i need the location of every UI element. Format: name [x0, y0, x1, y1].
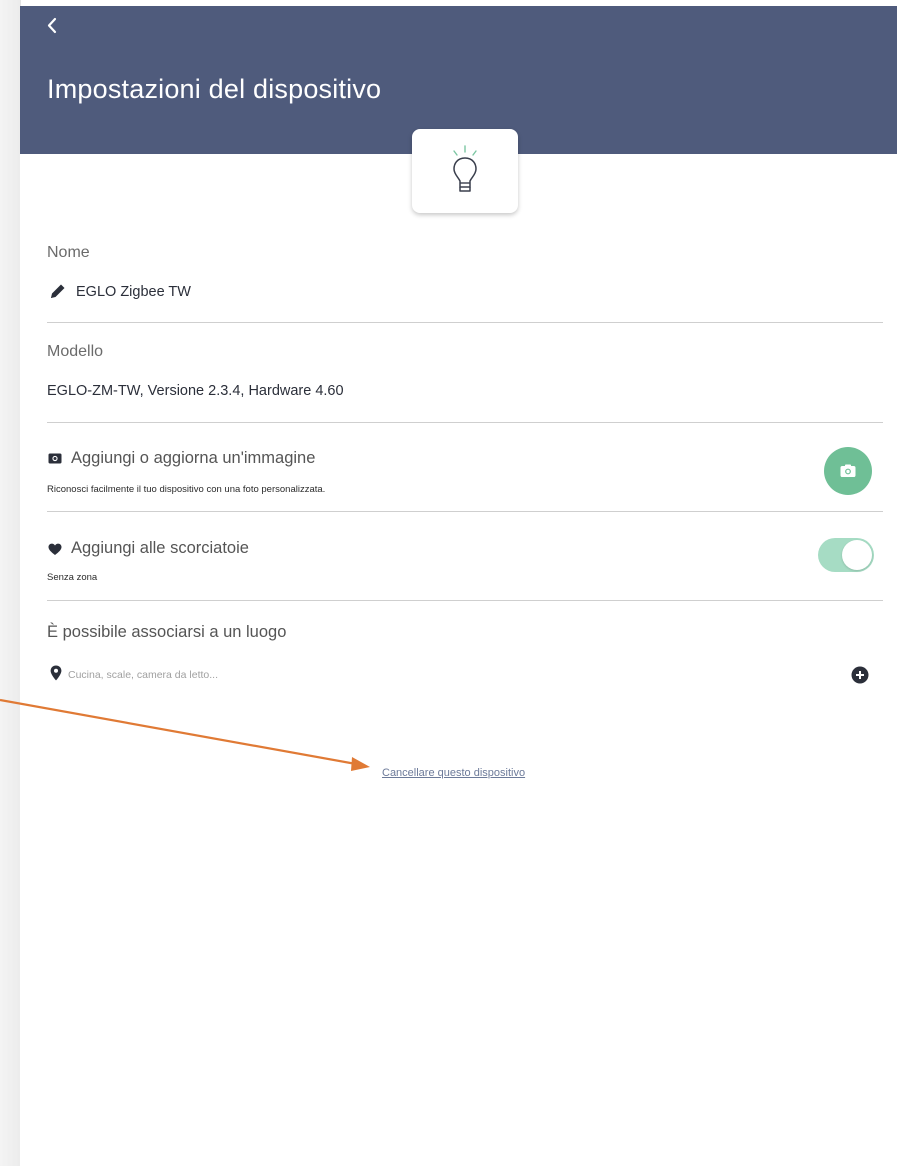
divider [47, 511, 883, 512]
location-title: È possibile associarsi a un luogo [47, 623, 287, 641]
chevron-left-icon [47, 17, 57, 34]
location-pin-icon [50, 665, 62, 681]
camera-icon [840, 464, 856, 477]
device-icon-card [412, 129, 518, 213]
camera-icon [48, 453, 62, 464]
plus-circle-icon [851, 666, 869, 684]
add-image-title: Aggiungi o aggiorna un'immagine [71, 449, 316, 467]
shortcuts-title: Aggiungi alle scorciatoie [71, 539, 249, 557]
pencil-icon[interactable] [48, 281, 68, 301]
add-location-button[interactable] [851, 666, 869, 684]
back-button[interactable] [42, 12, 64, 40]
model-value: EGLO-ZM-TW, Versione 2.3.4, Hardware 4.6… [47, 383, 344, 399]
lightbulb-icon [453, 145, 477, 192]
shortcuts-toggle[interactable] [818, 538, 874, 572]
delete-device-link[interactable]: Cancellare questo dispositivo [382, 767, 525, 779]
name-label: Nome [47, 244, 90, 261]
left-window-edge [0, 0, 21, 1166]
toggle-knob [842, 540, 872, 570]
model-label: Modello [47, 343, 104, 360]
add-image-subtitle: Riconosci facilmente il tuo dispositivo … [47, 484, 326, 495]
device-name-value[interactable]: EGLO Zigbee TW [76, 284, 191, 300]
shortcuts-zone-subtitle: Senza zona [47, 572, 98, 583]
add-image-button[interactable] [824, 447, 872, 495]
location-input[interactable] [68, 664, 768, 686]
divider [47, 322, 883, 323]
device-settings-screen: Impostazioni del dispositivo Nome EGLO Z… [20, 6, 897, 1166]
heart-icon [48, 543, 62, 555]
page-title: Impostazioni del dispositivo [47, 74, 382, 104]
divider [47, 422, 883, 423]
divider [47, 600, 883, 601]
